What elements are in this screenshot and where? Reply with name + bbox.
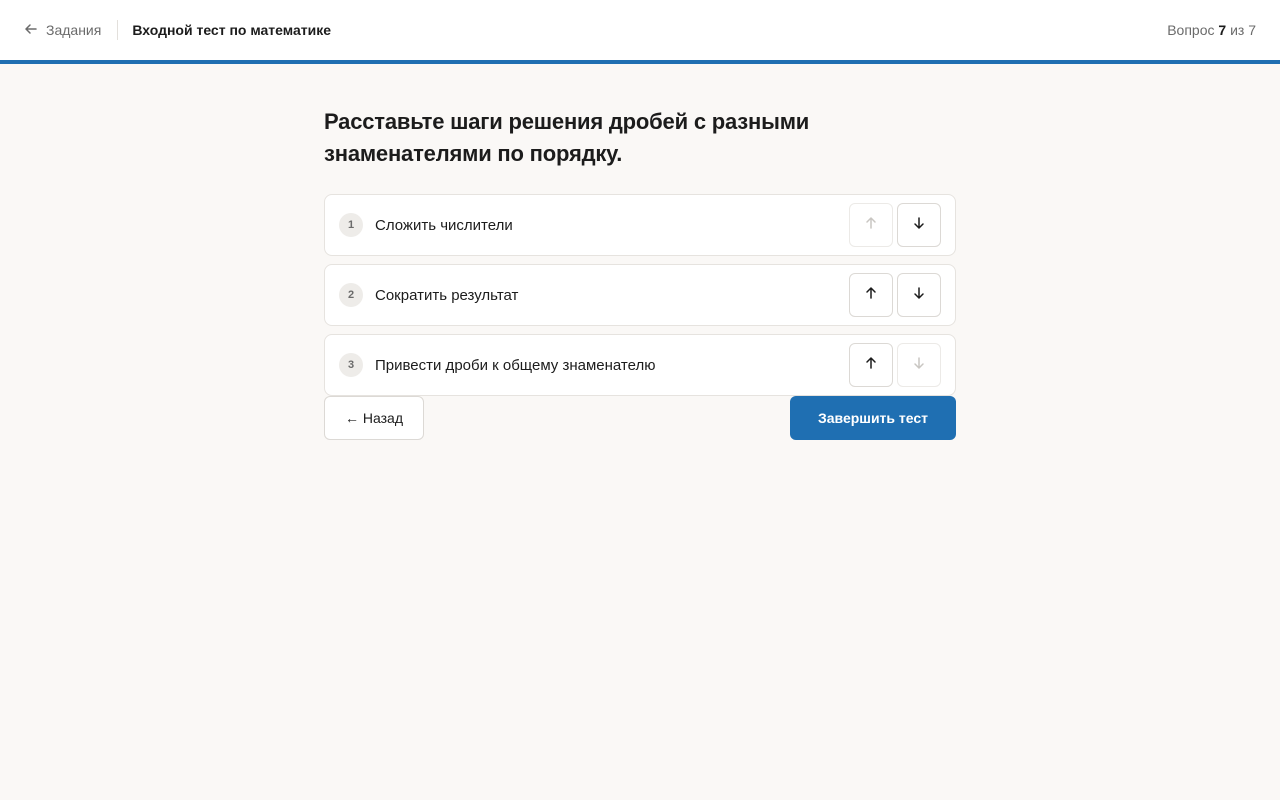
progress-current: 7 <box>1218 22 1227 38</box>
back-link-label: Задания <box>46 22 102 38</box>
question-text: Расставьте шаги решения дробей с разными… <box>324 109 810 166</box>
move-down-button[interactable] <box>897 203 941 247</box>
arrow-down-icon <box>912 216 926 235</box>
ordering-list: 1 Сложить числители 2 Сократить результа… <box>324 194 956 396</box>
item-label: Сократить результат <box>375 286 519 304</box>
top-bar: Задания Входной тест по математике Вопро… <box>0 0 1280 64</box>
main-content: Расставьте шаги решения дробей с разными… <box>324 64 956 440</box>
item-label: Привести дроби к общему знаменателю <box>375 356 656 374</box>
arrow-down-icon <box>912 356 926 375</box>
ordering-item: 3 Привести дроби к общему знаменателю <box>324 334 956 396</box>
progress-separator: из <box>1230 22 1245 38</box>
question-progress: Вопрос 7 из 7 <box>1167 22 1256 38</box>
move-down-button[interactable] <box>897 273 941 317</box>
ordering-item: 1 Сложить числители <box>324 194 956 256</box>
finish-test-button[interactable]: Завершить тест <box>790 396 956 440</box>
header-divider <box>117 20 119 40</box>
arrow-up-icon <box>864 216 878 235</box>
arrow-down-icon <box>912 286 926 305</box>
test-title: Входной тест по математике <box>132 22 331 38</box>
item-number: 1 <box>339 213 363 237</box>
progress-total: 7 <box>1248 22 1256 38</box>
item-controls <box>849 203 941 247</box>
arrow-left-icon <box>24 22 38 39</box>
item-controls <box>849 273 941 317</box>
arrow-up-icon <box>864 286 878 305</box>
ordering-item: 2 Сократить результат <box>324 264 956 326</box>
back-to-tasks-link[interactable]: Задания <box>24 22 101 39</box>
arrow-up-icon <box>864 356 878 375</box>
item-number: 2 <box>339 283 363 307</box>
move-down-button[interactable] <box>897 343 941 387</box>
progress-prefix: Вопрос <box>1167 22 1215 38</box>
move-up-button[interactable] <box>849 203 893 247</box>
item-label: Сложить числители <box>375 216 513 234</box>
back-button[interactable]: ← Назад <box>324 396 424 440</box>
item-controls <box>849 343 941 387</box>
move-up-button[interactable] <box>849 273 893 317</box>
navigation-footer: ← Назад Завершить тест <box>324 396 956 440</box>
move-up-button[interactable] <box>849 343 893 387</box>
item-number: 3 <box>339 353 363 377</box>
